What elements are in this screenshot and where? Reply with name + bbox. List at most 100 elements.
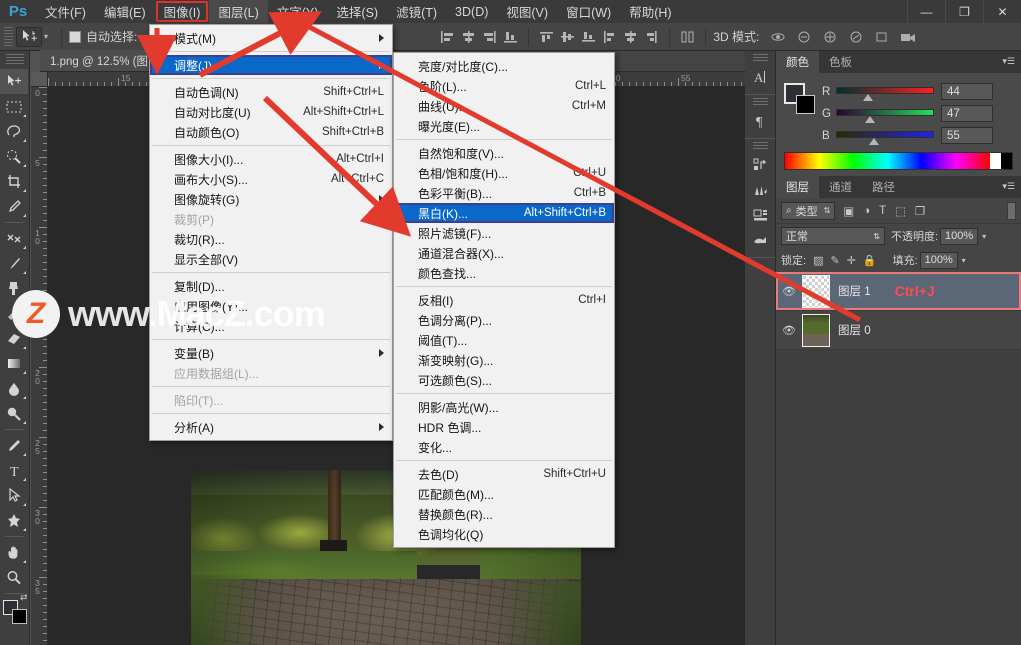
spectrum-white[interactable] xyxy=(990,153,1001,169)
menu-item-计算C[interactable]: 计算(C)... xyxy=(150,316,392,336)
eyedropper-tool[interactable] xyxy=(0,194,28,219)
menu-item-匹配颜色M[interactable]: 匹配颜色(M)... xyxy=(394,484,614,504)
distribute-right-icon[interactable] xyxy=(642,28,661,46)
brush-tool[interactable] xyxy=(0,251,28,276)
menu-bar-item-3[interactable]: 图层(L) xyxy=(209,0,268,23)
menu-item-曲线U[interactable]: 曲线(U)... Ctrl+M xyxy=(394,96,614,116)
align-center-h-icon[interactable] xyxy=(459,28,478,46)
slider-knob-b[interactable] xyxy=(869,138,879,145)
lasso-tool[interactable] xyxy=(0,119,28,144)
dock-grip-1[interactable] xyxy=(752,54,768,62)
opacity-value[interactable]: 100% xyxy=(940,227,979,245)
menu-item-色阶L[interactable]: 色阶(L)... Ctrl+L xyxy=(394,76,614,96)
move-tool[interactable] xyxy=(0,69,28,94)
menu-item-黑白K[interactable]: 黑白(K)... Alt+Shift+Ctrl+B xyxy=(394,203,614,223)
filter-pixel-icon[interactable]: ▣ xyxy=(843,204,854,218)
3d-slide-icon[interactable] xyxy=(846,28,865,46)
tab-layers[interactable]: 图层 xyxy=(776,176,819,198)
character-panel-icon[interactable]: A xyxy=(745,64,776,89)
dock-grip-3[interactable] xyxy=(752,142,768,150)
menu-bar-item-9[interactable]: 窗口(W) xyxy=(557,0,620,23)
lock-transparent-pixels-icon[interactable]: ▨ xyxy=(813,254,823,267)
menu-item-自然饱和度V[interactable]: 自然饱和度(V)... xyxy=(394,143,614,163)
document-tab[interactable]: 1.png @ 12.5% (图 xyxy=(40,50,159,71)
3d-panel-icon[interactable] xyxy=(745,202,776,227)
color-spectrum-bar[interactable] xyxy=(784,152,1013,170)
quick-selection-tool[interactable] xyxy=(0,144,28,169)
close-button[interactable]: ✕ xyxy=(983,0,1021,23)
menu-item-色调均化Q[interactable]: 色调均化(Q) xyxy=(394,524,614,544)
color-value-g[interactable]: 47 xyxy=(941,105,993,122)
menu-item-自动颜色O[interactable]: 自动颜色(O) Shift+Ctrl+B xyxy=(150,122,392,142)
menu-item-通道混合器X[interactable]: 通道混合器(X)... xyxy=(394,243,614,263)
menu-item-替换颜色R[interactable]: 替换颜色(R)... xyxy=(394,504,614,524)
menu-item-色调分离P[interactable]: 色调分离(P)... xyxy=(394,310,614,330)
menu-item-渐变映射G[interactable]: 渐变映射(G)... xyxy=(394,350,614,370)
gradient-tool[interactable] xyxy=(0,351,28,376)
align-left-icon[interactable] xyxy=(438,28,457,46)
menu-bar-item-10[interactable]: 帮助(H) xyxy=(620,0,680,23)
spot-healing-brush-tool[interactable] xyxy=(0,226,28,251)
menu-item-可选颜色S[interactable]: 可选颜色(S)... xyxy=(394,370,614,390)
foreground-background-color[interactable]: ⇄ xyxy=(2,592,28,624)
menu-item-显示全部V[interactable]: 显示全部(V) xyxy=(150,249,392,269)
color-value-r[interactable]: 44 xyxy=(941,83,993,100)
filter-smart-object-icon[interactable]: ❐ xyxy=(915,204,925,218)
pen-tool[interactable] xyxy=(0,433,28,458)
tab-paths[interactable]: 路径 xyxy=(862,176,905,198)
menu-item-应用图像Y[interactable]: 应用图像(Y)... xyxy=(150,296,392,316)
menu-item-自动对比度U[interactable]: 自动对比度(U) Alt+Shift+Ctrl+L xyxy=(150,102,392,122)
lock-position-icon[interactable]: ✛ xyxy=(847,254,856,267)
hand-tool[interactable] xyxy=(0,540,28,565)
menu-bar-item-8[interactable]: 视图(V) xyxy=(497,0,557,23)
tab-color[interactable]: 颜色 xyxy=(776,51,819,73)
menu-item-颜色查找[interactable]: 颜色查找... xyxy=(394,263,614,283)
dock-grip-2[interactable] xyxy=(752,98,768,106)
lock-all-icon[interactable]: 🔒 xyxy=(863,254,877,267)
menu-item-曝光度E[interactable]: 曝光度(E)... xyxy=(394,116,614,136)
brush-presets-icon[interactable] xyxy=(745,177,776,202)
opacity-caret-icon[interactable]: ▾ xyxy=(982,232,986,241)
menu-item-裁切R[interactable]: 裁切(R)... xyxy=(150,229,392,249)
menu-bar-item-7[interactable]: 3D(D) xyxy=(446,0,497,23)
3d-pan-icon[interactable] xyxy=(820,28,839,46)
filter-adjustment-icon[interactable]: ◑ xyxy=(863,205,870,217)
menu-item-变量B[interactable]: 变量(B) xyxy=(150,343,392,363)
layer-filter-kind-select[interactable]: ⌕ 类型 ⇅ xyxy=(781,201,836,220)
menu-item-反相I[interactable]: 反相(I) Ctrl+I xyxy=(394,290,614,310)
menu-item-色相饱和度H[interactable]: 色相/饱和度(H)... Ctrl+U xyxy=(394,163,614,183)
slider-track-b[interactable] xyxy=(836,131,934,145)
restore-button[interactable]: ❐ xyxy=(945,0,983,23)
auto-select-checkbox[interactable] xyxy=(69,30,82,43)
distribute-bottom-icon[interactable] xyxy=(579,28,598,46)
menu-item-模式M[interactable]: 模式(M) xyxy=(150,28,392,48)
lock-image-pixels-icon[interactable]: ✎ xyxy=(830,254,839,267)
distribute-center-h-icon[interactable] xyxy=(621,28,640,46)
history-brush-tool[interactable] xyxy=(0,301,28,326)
3d-roll-icon[interactable] xyxy=(794,28,813,46)
slider-knob-r[interactable] xyxy=(863,94,873,101)
blend-mode-select[interactable]: 正常 ⇅ xyxy=(781,227,885,245)
menu-item-去色D[interactable]: 去色(D) Shift+Ctrl+U xyxy=(394,464,614,484)
options-bar-grip[interactable] xyxy=(4,26,13,47)
rectangular-marquee-tool[interactable] xyxy=(0,94,28,119)
menu-item-HDR色调[interactable]: HDR 色调... xyxy=(394,417,614,437)
menu-item-画布大小S[interactable]: 画布大小(S)... Alt+Ctrl+C xyxy=(150,169,392,189)
filter-enable-toggle[interactable] xyxy=(1007,201,1016,220)
crop-tool[interactable] xyxy=(0,169,28,194)
align-bottom-icon[interactable] xyxy=(501,28,520,46)
tab-swatches[interactable]: 色板 xyxy=(819,51,862,73)
layer-row-2[interactable]: 👁 图层 0 xyxy=(776,311,1021,350)
slider-knob-g[interactable] xyxy=(865,116,875,123)
zoom-tool[interactable] xyxy=(0,565,28,590)
dodge-tool[interactable] xyxy=(0,401,28,426)
spectrum-black[interactable] xyxy=(1001,153,1012,169)
history-panel-icon[interactable] xyxy=(745,152,776,177)
minimize-button[interactable]: — xyxy=(907,0,945,23)
menu-item-自动色调N[interactable]: 自动色调(N) Shift+Ctrl+L xyxy=(150,82,392,102)
menu-item-图像大小I[interactable]: 图像大小(I)... Alt+Ctrl+I xyxy=(150,149,392,169)
move-tool-icon[interactable] xyxy=(16,26,42,47)
distribute-top-icon[interactable] xyxy=(537,28,556,46)
menu-item-调整J[interactable]: 调整(J) xyxy=(150,55,392,75)
properties-panel-icon[interactable] xyxy=(745,227,776,252)
